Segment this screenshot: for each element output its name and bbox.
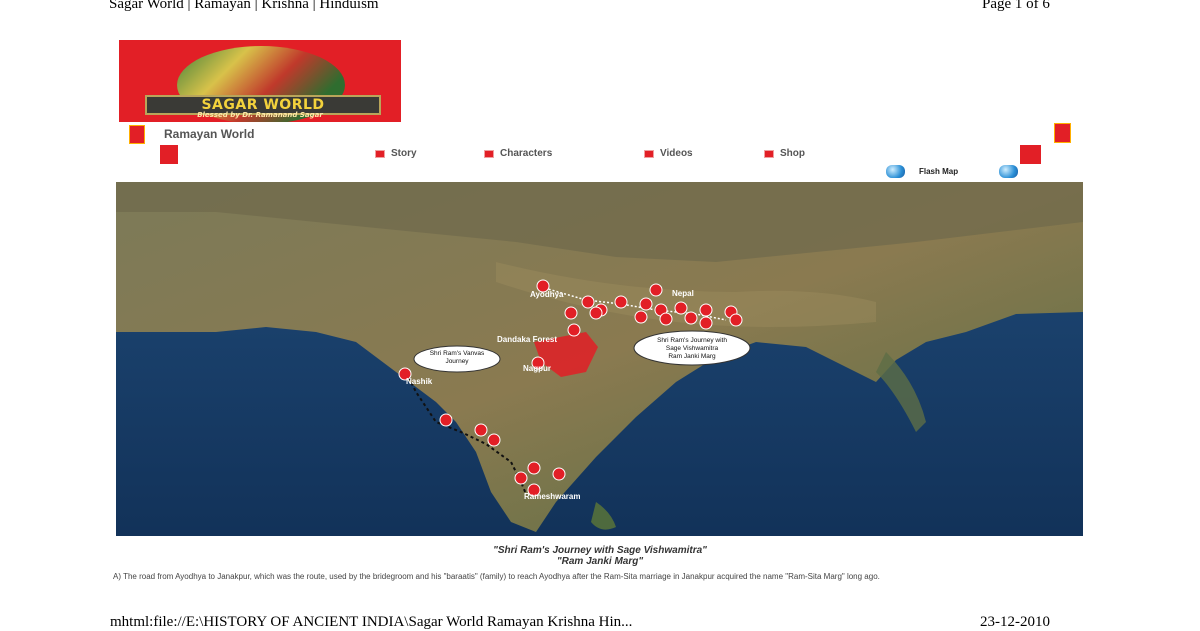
callout-vishwamitra-line2: Sage Vishwamitra [665, 345, 719, 352]
place-dandaka-forest: Dandaka Forest [497, 335, 558, 344]
map-svg [116, 182, 1083, 536]
globe-icon-right[interactable] [999, 165, 1018, 178]
map-caption-line1: "Shri Ram's Journey with Sage Vishwamitr… [493, 545, 707, 556]
nav-characters[interactable]: Characters [484, 148, 552, 159]
footer-file-path: mhtml:file://E:\HISTORY OF ANCIENT INDIA… [110, 614, 633, 630]
place-nashik: Nashik [406, 377, 433, 386]
footer-date: 23-12-2010 [980, 614, 1050, 630]
map-caption-line2: "Ram Janki Marg" [556, 556, 644, 567]
sagar-world-logo[interactable]: SAGAR WORLD Blessed by Dr. Ramanand Saga… [119, 40, 401, 122]
nav-shop-label: Shop [780, 148, 805, 159]
page-header-title: Sagar World | Ramayan | Krishna | Hindui… [109, 0, 379, 12]
place-ayodhya: Ayodhya [530, 290, 564, 299]
place-rameshwaram: Rameshwaram [524, 492, 581, 501]
satellite-map: Ayodhya Nepal Dandaka Forest Nagpur Nash… [116, 182, 1083, 536]
logo-tagline: Blessed by Dr. Ramanand Sagar [197, 111, 323, 119]
callout-vanvas-line2: Journey [445, 358, 469, 365]
nav-story-label: Story [391, 148, 417, 159]
bullet-icon [484, 149, 494, 158]
bullet-icon [375, 149, 385, 158]
callout-vanvas-line1: Shri Ram's Vanvas [429, 350, 485, 357]
bullet-icon [644, 149, 654, 158]
decor-block-left [129, 125, 145, 144]
decor-block-left-2 [160, 145, 178, 164]
callout-vanvas: Shri Ram's Vanvas Journey [416, 350, 498, 366]
decor-block-right-2 [1020, 145, 1041, 164]
description-paragraph: A) The road from Ayodhya to Janakpur, wh… [113, 572, 880, 581]
section-title: Ramayan World [164, 127, 255, 141]
page-number: Page 1 of 6 [982, 0, 1050, 12]
decor-block-right [1054, 123, 1071, 143]
callout-vishwamitra-line3: Ram Janki Marg [668, 353, 716, 360]
nav-characters-label: Characters [500, 148, 553, 159]
bullet-icon [764, 149, 774, 158]
callout-vishwamitra: Shri Ram's Journey with Sage Vishwamitra… [634, 337, 750, 361]
nav-shop[interactable]: Shop [764, 148, 805, 159]
callout-vishwamitra-line1: Shri Ram's Journey with [657, 337, 727, 344]
nav-story[interactable]: Story [375, 148, 417, 159]
place-nepal: Nepal [672, 289, 694, 298]
nav-videos[interactable]: Videos [644, 148, 693, 159]
place-nagpur: Nagpur [523, 364, 551, 373]
nav-videos-label: Videos [660, 148, 693, 159]
globe-icon-left [886, 165, 905, 178]
flash-map-link[interactable]: Flash Map [919, 167, 958, 176]
